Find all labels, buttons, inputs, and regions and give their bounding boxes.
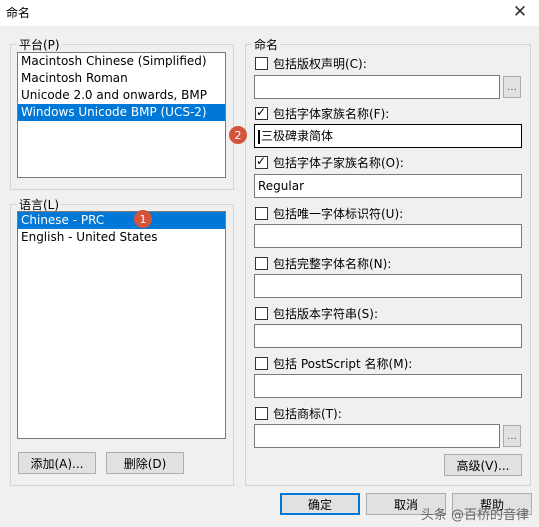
copyright-label: 包括版权声明(C): <box>273 56 367 71</box>
advanced-button[interactable]: 高级(V)... <box>444 454 522 476</box>
copyright-checkbox-row[interactable]: 包括版权声明(C): <box>255 55 367 71</box>
platform-item-selected[interactable]: Windows Unicode BMP (UCS-2) <box>18 104 225 121</box>
language-item[interactable]: English - United States <box>18 229 225 246</box>
full-name-label: 包括完整字体名称(N): <box>273 256 392 271</box>
subfamily-label: 包括字体子家族名称(O): <box>273 155 404 170</box>
text-caret <box>258 129 260 144</box>
watermark: 头条 @百桥的音律 <box>420 508 529 523</box>
unique-id-input[interactable] <box>254 224 522 248</box>
unique-id-checkbox[interactable] <box>255 206 268 220</box>
full-name-checkbox[interactable] <box>255 256 268 270</box>
family-checkbox-row[interactable]: 包括字体家族名称(F): <box>255 105 389 121</box>
copyright-input[interactable] <box>254 75 500 99</box>
delete-language-button[interactable]: 删除(D) <box>106 452 184 474</box>
language-list[interactable]: Chinese - PRC English - United States <box>17 211 226 439</box>
platform-list[interactable]: Macintosh Chinese (Simplified) Macintosh… <box>17 52 226 178</box>
postscript-checkbox-row[interactable]: 包括 PostScript 名称(M): <box>255 355 412 371</box>
family-checkbox[interactable] <box>255 105 268 120</box>
trademark-input[interactable] <box>254 424 500 448</box>
family-name-input[interactable]: 三极碑隶简体 <box>254 124 522 148</box>
trademark-label: 包括商标(T): <box>273 406 342 421</box>
full-name-checkbox-row[interactable]: 包括完整字体名称(N): <box>255 255 391 271</box>
version-checkbox[interactable] <box>255 306 268 320</box>
version-label: 包括版本字符串(S): <box>273 306 379 321</box>
postscript-input[interactable] <box>254 374 522 398</box>
annotation-badge: 2 <box>229 126 247 144</box>
platform-item[interactable]: Unicode 2.0 and onwards, BMP <box>18 87 225 104</box>
postscript-label: 包括 PostScript 名称(M): <box>273 356 413 371</box>
version-input[interactable] <box>254 324 522 348</box>
platform-item[interactable]: Macintosh Chinese (Simplified) <box>18 53 225 70</box>
postscript-checkbox[interactable] <box>255 356 268 370</box>
window-title: 命名 <box>6 6 31 20</box>
copyright-more-button[interactable]: ... <box>503 76 521 98</box>
ok-button[interactable]: 确定 <box>280 493 360 515</box>
trademark-checkbox[interactable] <box>255 406 268 420</box>
annotation-badge: 1 <box>134 210 152 228</box>
unique-id-checkbox-row[interactable]: 包括唯一字体标识符(U): <box>255 205 403 221</box>
family-label: 包括字体家族名称(F): <box>273 106 390 121</box>
naming-dialog: 命名 ✕ 平台(P) Macintosh Chinese (Simplified… <box>0 0 539 527</box>
trademark-more-button[interactable]: ... <box>503 425 521 447</box>
subfamily-checkbox-row[interactable]: 包括字体子家族名称(O): <box>255 154 404 170</box>
close-icon[interactable]: ✕ <box>507 0 533 24</box>
trademark-checkbox-row[interactable]: 包括商标(T): <box>255 405 342 421</box>
add-language-button[interactable]: 添加(A)... <box>18 452 96 474</box>
subfamily-input[interactable]: Regular <box>254 174 522 198</box>
language-item-selected[interactable]: Chinese - PRC <box>18 212 225 229</box>
subfamily-checkbox[interactable] <box>255 154 268 169</box>
platform-item[interactable]: Macintosh Roman <box>18 70 225 87</box>
naming-group-label: 命名 <box>252 36 281 53</box>
platform-group-label: 平台(P) <box>17 36 62 53</box>
title-bar: 命名 ✕ <box>0 0 539 26</box>
version-checkbox-row[interactable]: 包括版本字符串(S): <box>255 305 378 321</box>
unique-id-label: 包括唯一字体标识符(U): <box>273 206 404 221</box>
full-name-input[interactable] <box>254 274 522 298</box>
copyright-checkbox[interactable] <box>255 56 268 70</box>
family-name-value: 三极碑隶简体 <box>261 129 334 143</box>
